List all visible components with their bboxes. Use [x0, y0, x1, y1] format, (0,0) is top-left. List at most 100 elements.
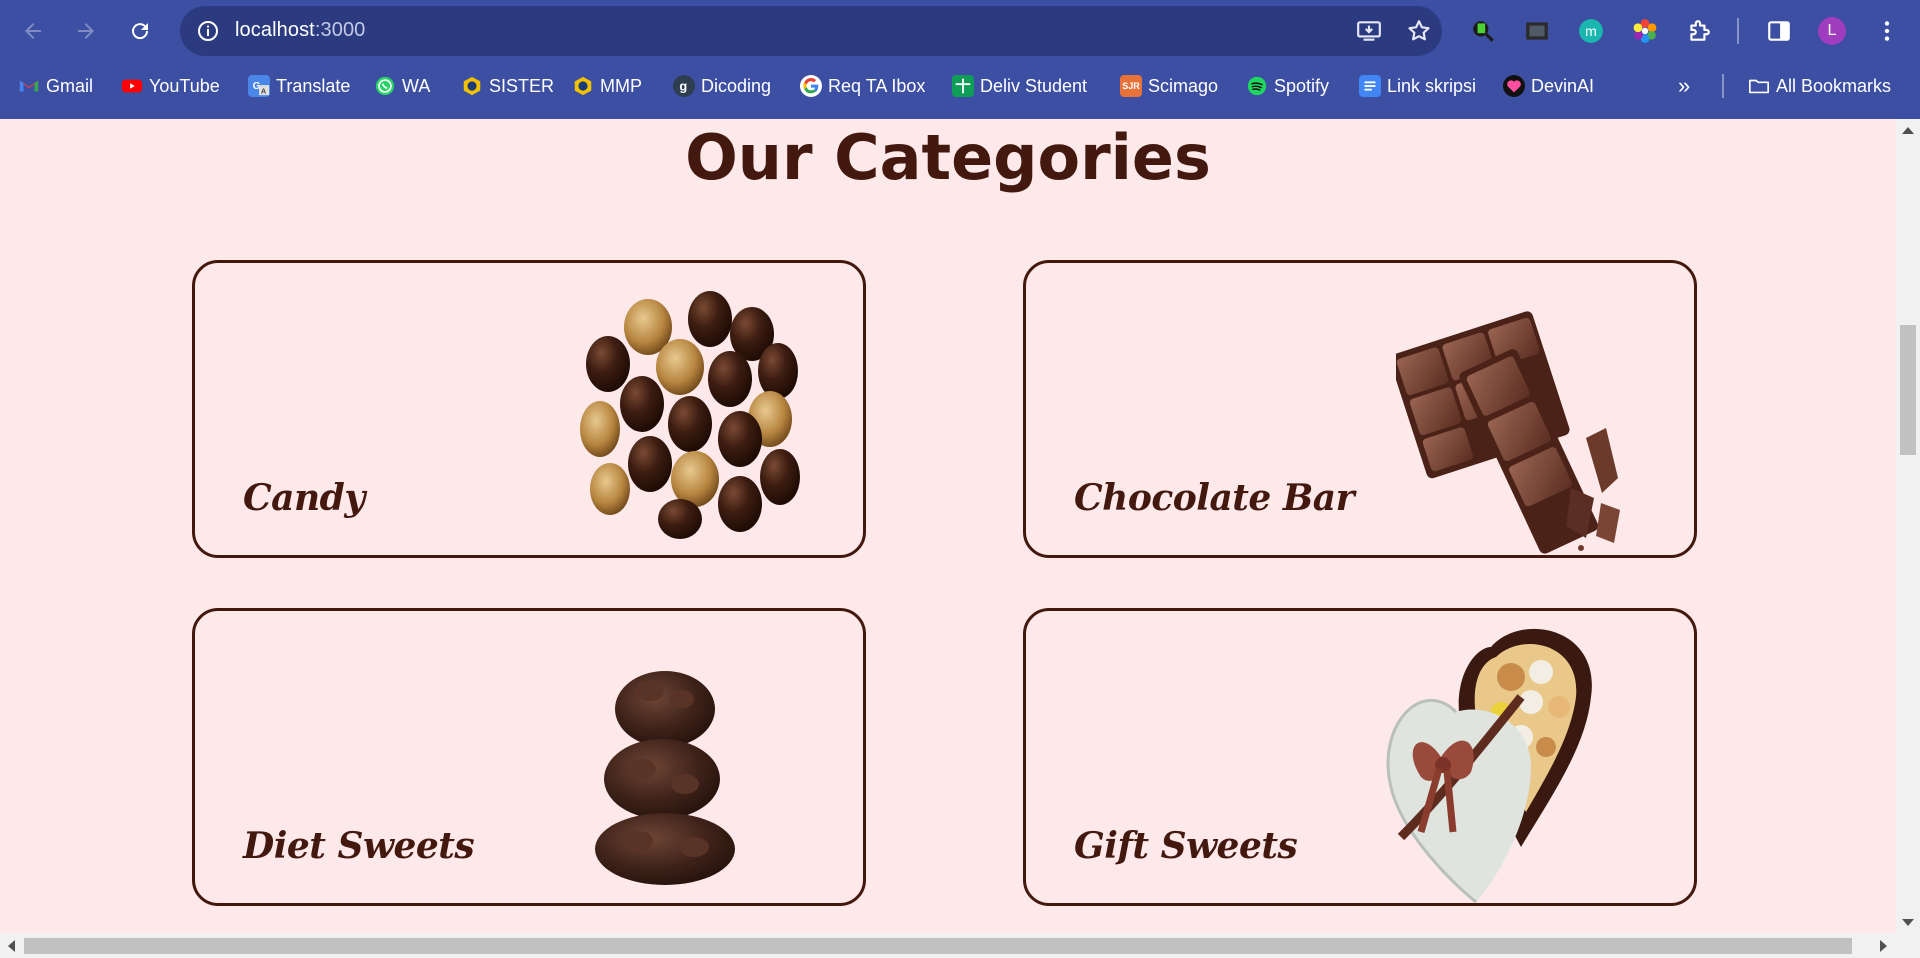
bookmark-sister[interactable]: SISTER: [461, 68, 554, 104]
heart-gift-box-image: [1386, 628, 1592, 903]
vertical-scroll-thumb[interactable]: [1900, 325, 1916, 455]
browser-chrome: localhost:3000 m L Gmail YouTube G A Tra…: [0, 0, 1920, 119]
toolbar-separator: [1737, 18, 1739, 44]
forward-button[interactable]: [68, 13, 104, 49]
side-panel-icon: [1768, 21, 1790, 41]
heart-icon: [1503, 75, 1525, 97]
url-text: localhost:3000: [235, 19, 365, 42]
bookmarks-overflow-button[interactable]: »: [1678, 68, 1690, 104]
bookmark-label: Gmail: [46, 75, 94, 96]
extensions-puzzle-icon: [1690, 20, 1710, 41]
chocolate-clusters-image: [595, 671, 735, 885]
category-label: Chocolate Bar: [1074, 477, 1355, 519]
bookmarks-separator: [1722, 74, 1724, 98]
bookmark-devinai[interactable]: DevinAI: [1503, 68, 1594, 104]
scroll-left-arrow-icon[interactable]: [8, 940, 15, 952]
side-panel-button[interactable]: [1764, 16, 1794, 46]
category-label: Candy: [243, 477, 365, 519]
all-bookmarks-label: All Bookmarks: [1776, 75, 1892, 96]
category-card-candy[interactable]: Candy: [192, 260, 866, 558]
sister-icon: [461, 75, 483, 97]
bookmark-label: Req TA Ibox: [828, 75, 926, 96]
docs-icon: [1359, 75, 1381, 97]
extension-green-button[interactable]: [1468, 16, 1498, 46]
screen-capture-icon: [1526, 22, 1548, 40]
horizontal-scrollbar[interactable]: [0, 934, 1920, 958]
profile-avatar[interactable]: L: [1818, 17, 1846, 45]
dicoding-icon: g: [673, 75, 695, 97]
bookmark-translate[interactable]: GA Translate: [248, 68, 350, 104]
category-card-chocolate-bar[interactable]: Chocolate Bar: [1023, 260, 1697, 558]
horizontal-scroll-thumb[interactable]: [24, 938, 1852, 954]
scroll-up-arrow-icon[interactable]: [1902, 127, 1914, 134]
bookmark-spotify[interactable]: Spotify: [1246, 68, 1329, 104]
install-app-icon[interactable]: [1356, 18, 1382, 44]
page-title: Our Categories: [685, 121, 1211, 194]
spotify-icon: [1246, 75, 1268, 97]
bookmark-req-ta-ibox[interactable]: Req TA Ibox: [800, 68, 925, 104]
browser-menu-button[interactable]: [1872, 16, 1902, 46]
svg-text:m: m: [1585, 23, 1597, 39]
back-button[interactable]: [15, 13, 51, 49]
bookmark-label: SISTER: [489, 75, 555, 96]
forward-icon: [78, 23, 94, 39]
extension-green-icon: [1473, 21, 1494, 42]
svg-text:g: g: [679, 79, 687, 94]
chocolate-bar-image: [1396, 311, 1620, 554]
bookmark-label: MMP: [600, 75, 642, 96]
bookmark-label: DevinAI: [1531, 75, 1595, 96]
back-icon: [25, 23, 41, 39]
chocolate-truffles-image: [580, 291, 800, 539]
mmp-icon: [572, 75, 594, 97]
youtube-icon: [121, 75, 143, 97]
info-icon[interactable]: [196, 19, 220, 43]
all-bookmarks-button[interactable]: All Bookmarks: [1748, 68, 1891, 104]
bookmarks-bar: Gmail YouTube GA Translate WA SISTER MMP…: [0, 68, 1920, 104]
google-icon: [800, 75, 822, 97]
reload-icon: [132, 23, 149, 40]
bookmark-youtube[interactable]: YouTube: [121, 68, 220, 104]
extensions-button[interactable]: [1684, 16, 1714, 46]
kebab-menu-icon: [1884, 21, 1890, 41]
star-icon[interactable]: [1406, 18, 1432, 44]
gmail-icon: [18, 75, 40, 97]
color-picker-button[interactable]: [1630, 16, 1660, 46]
bookmark-mmp[interactable]: MMP: [572, 68, 642, 104]
bookmark-scimago[interactable]: SJR Scimago: [1120, 68, 1218, 104]
color-picker-icon: [1633, 19, 1657, 43]
scroll-down-arrow-icon[interactable]: [1902, 919, 1914, 926]
extension-m-icon: m: [1579, 19, 1603, 43]
bookmark-deliv-student[interactable]: Deliv Student: [952, 68, 1087, 104]
screen-capture-button[interactable]: [1522, 16, 1552, 46]
folder-icon: [1748, 75, 1770, 97]
category-label: Gift Sweets: [1074, 825, 1298, 867]
bookmark-label: Spotify: [1274, 75, 1330, 96]
svg-text:A: A: [261, 86, 267, 95]
bookmark-wa[interactable]: WA: [374, 68, 430, 104]
translate-icon: GA: [248, 75, 270, 97]
category-card-gift-sweets[interactable]: Gift Sweets: [1023, 608, 1697, 906]
url-port: :3000: [314, 19, 366, 41]
chevron-double-right-icon: »: [1678, 73, 1691, 98]
bookmark-label: Dicoding: [701, 75, 772, 96]
bookmark-label: Deliv Student: [980, 75, 1088, 96]
bookmark-label: YouTube: [149, 75, 220, 96]
bookmark-label: Link skripsi: [1387, 75, 1477, 96]
bookmark-link-skripsi[interactable]: Link skripsi: [1359, 68, 1476, 104]
address-bar[interactable]: localhost:3000: [180, 6, 1442, 56]
whatsapp-icon: [374, 75, 396, 97]
vertical-scrollbar[interactable]: [1896, 119, 1920, 934]
page-viewport: Our Categories Candy Chocolate Bar Diet …: [0, 119, 1896, 934]
sjr-icon: SJR: [1120, 75, 1142, 97]
category-card-diet-sweets[interactable]: Diet Sweets: [192, 608, 866, 906]
reload-button[interactable]: [122, 13, 158, 49]
scroll-right-arrow-icon[interactable]: [1880, 940, 1887, 952]
extension-m-button[interactable]: m: [1576, 16, 1606, 46]
sheets-icon: [952, 75, 974, 97]
bookmark-gmail[interactable]: Gmail: [18, 68, 93, 104]
bookmark-label: WA: [402, 75, 431, 96]
category-label: Diet Sweets: [243, 825, 475, 867]
bookmark-dicoding[interactable]: g Dicoding: [673, 68, 771, 104]
browser-toolbar: localhost:3000 m L: [0, 0, 1920, 62]
bookmark-label: Scimago: [1148, 75, 1219, 96]
